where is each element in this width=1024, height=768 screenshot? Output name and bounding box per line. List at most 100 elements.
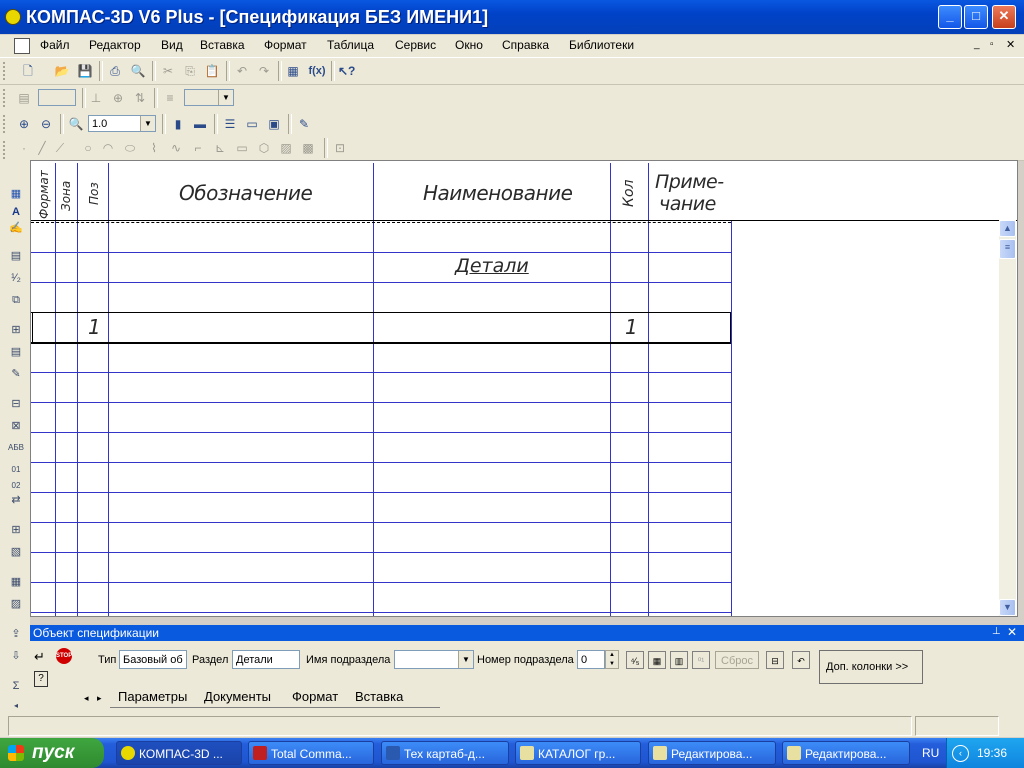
copy-objects-icon[interactable]: ⧉ [8,292,24,308]
enter-icon[interactable]: ↵ [34,649,45,665]
doc-minimize-icon[interactable]: _ [974,39,980,50]
pan-icon[interactable]: ▮ [170,116,186,132]
doc-close-icon[interactable]: ✕ [1006,38,1015,51]
pin-icon[interactable]: ⊥ [992,626,1001,637]
document-link-icon[interactable]: ▤ [8,248,24,264]
document-icon[interactable] [14,38,30,54]
new-file-icon[interactable]: 🗋 [20,63,36,79]
tab-documents[interactable]: Документы [204,689,271,704]
circle-icon[interactable]: ○ [80,140,96,156]
table-grid-button[interactable]: ▦ [648,651,666,669]
start-button[interactable]: пуск [0,738,104,768]
point-icon[interactable]: · [16,140,32,156]
function-fx-icon[interactable]: f(x) [307,63,327,79]
insert-row-icon[interactable]: ⊟ [8,396,24,412]
ellipse-icon[interactable]: ⬭ [122,140,138,156]
print-icon[interactable]: ⎙ [107,63,123,79]
reset-button[interactable]: Сброс [715,651,759,669]
page-format-icon[interactable]: ▣ [266,116,282,132]
menu-table[interactable]: Таблица [327,38,374,52]
zoom-window-icon[interactable]: 🔍 [68,116,84,132]
chevron-down-icon[interactable]: ▼ [458,651,473,668]
save-icon[interactable]: 💾 [77,63,93,79]
row-pos-value[interactable]: 1 [88,315,101,339]
page-normal-icon[interactable]: ☰ [222,116,238,132]
context-help-icon[interactable]: ↖? [338,63,355,79]
open-folder-icon[interactable]: 📂 [54,63,70,79]
sort-abc-icon[interactable]: АБВ [8,440,24,456]
tab-scroll-right-icon[interactable]: ▸ [97,693,102,704]
spec-table-icon[interactable]: ▦ [8,186,24,202]
subsection-number-field[interactable]: 0 [577,650,605,669]
show-all-icon[interactable]: ▬ [192,116,208,132]
menu-insert[interactable]: Вставка [200,38,245,52]
cut-icon[interactable]: ✂ [160,63,176,79]
renumber-icon[interactable]: 01 02 [8,462,24,490]
scroll-left-icon[interactable]: ◂ [8,698,24,714]
arc-icon[interactable]: ◠ [100,140,116,156]
sync-icon[interactable]: ⇄ [8,492,24,508]
text-edit-icon[interactable]: ✍ [8,220,24,236]
numbering-button[interactable]: ⁴⁄₅ [626,651,644,669]
page-layout-icon[interactable]: ▭ [244,116,260,132]
tab-format[interactable]: Формат [292,689,338,704]
import-icon[interactable]: ⇩ [8,648,24,664]
properties-icon[interactable]: ▧ [8,544,24,560]
menu-help[interactable]: Справка [502,38,549,52]
spline-icon[interactable]: ∿ [168,140,184,156]
toolbar-gripper[interactable] [3,115,8,133]
menu-service[interactable]: Сервис [395,38,436,52]
maximize-button[interactable]: □ [964,5,988,29]
abc-sort-button[interactable]: ↶ [792,651,810,669]
chevron-left-icon[interactable]: ‹ [952,745,969,762]
close-icon[interactable]: ✕ [1007,625,1017,639]
text-lines-icon[interactable]: ≡ [162,90,178,106]
taskbar-item-kompas[interactable]: КОМПАС-3D ... [116,741,242,765]
chamfer-icon[interactable]: ⊾ [212,140,228,156]
zoom-out-icon[interactable]: ⊖ [38,116,54,132]
menu-libraries[interactable]: Библиотеки [569,38,634,52]
menu-format[interactable]: Формат [264,38,307,52]
menu-window[interactable]: Окно [455,38,483,52]
copy-icon[interactable]: ⎘ [182,63,198,79]
undo-icon[interactable]: ↶ [234,63,250,79]
tools-icon[interactable]: ✎ [296,116,312,132]
taskbar-item-catalog[interactable]: КАТАЛОГ гр... [515,741,641,765]
vertical-scrollbar[interactable]: ▲ ≡ ▼ [999,220,1016,616]
minimize-button[interactable]: _ [938,5,962,29]
tab-parameters[interactable]: Параметры [118,689,187,704]
toolbar-gripper[interactable] [3,62,8,80]
numbering-icon[interactable]: ¹⁄₂ [8,270,24,286]
insert-object-icon[interactable]: ⊡ [332,140,348,156]
doc-restore-icon[interactable]: ▫ [990,39,994,50]
paste-icon[interactable]: 📋 [204,63,220,79]
taskbar-item-word-doc[interactable]: Тех картаб-д... [381,741,509,765]
merge-icon[interactable]: ⊞ [8,522,24,538]
align-icon[interactable]: ⊥ [88,90,104,106]
hatch-icon[interactable]: ▨ [278,140,294,156]
columns-button[interactable]: ▥ [670,651,688,669]
number-spinner[interactable]: ▲ ▼ [605,650,619,669]
specification-sheet[interactable]: Формат Зона Поз Обозначение Наименование… [30,160,1018,617]
text-icon[interactable]: A [8,204,24,220]
renumber-button[interactable]: ⁰¹ [692,651,710,669]
rectangle-icon[interactable]: ▭ [234,140,250,156]
sort-icon[interactable]: ⇅ [132,90,148,106]
add-row-icon[interactable]: ⊞ [8,322,24,338]
taskbar-item-editor-1[interactable]: Редактирова... [648,741,776,765]
print-preview-icon[interactable]: 🔍 [130,63,146,79]
subsection-name-combo[interactable]: ▼ [394,650,474,669]
grid-snap-icon[interactable]: ⊕ [110,90,126,106]
export-icon[interactable]: ⇪ [8,626,24,642]
style-combo[interactable] [38,89,76,106]
language-indicator[interactable]: RU [922,746,939,760]
zoom-in-icon[interactable]: ⊕ [16,116,32,132]
toolbar-gripper[interactable] [3,141,8,159]
line-icon[interactable]: ╱ [34,140,50,156]
sum-icon[interactable]: Σ [8,678,24,694]
add-section-icon[interactable]: ▤ [8,344,24,360]
kompas-app-icon[interactable] [5,9,21,25]
calculator-icon[interactable]: ▦ [285,63,301,79]
help-icon[interactable]: ? [34,671,48,687]
layer-icon[interactable]: ▤ [16,90,32,106]
